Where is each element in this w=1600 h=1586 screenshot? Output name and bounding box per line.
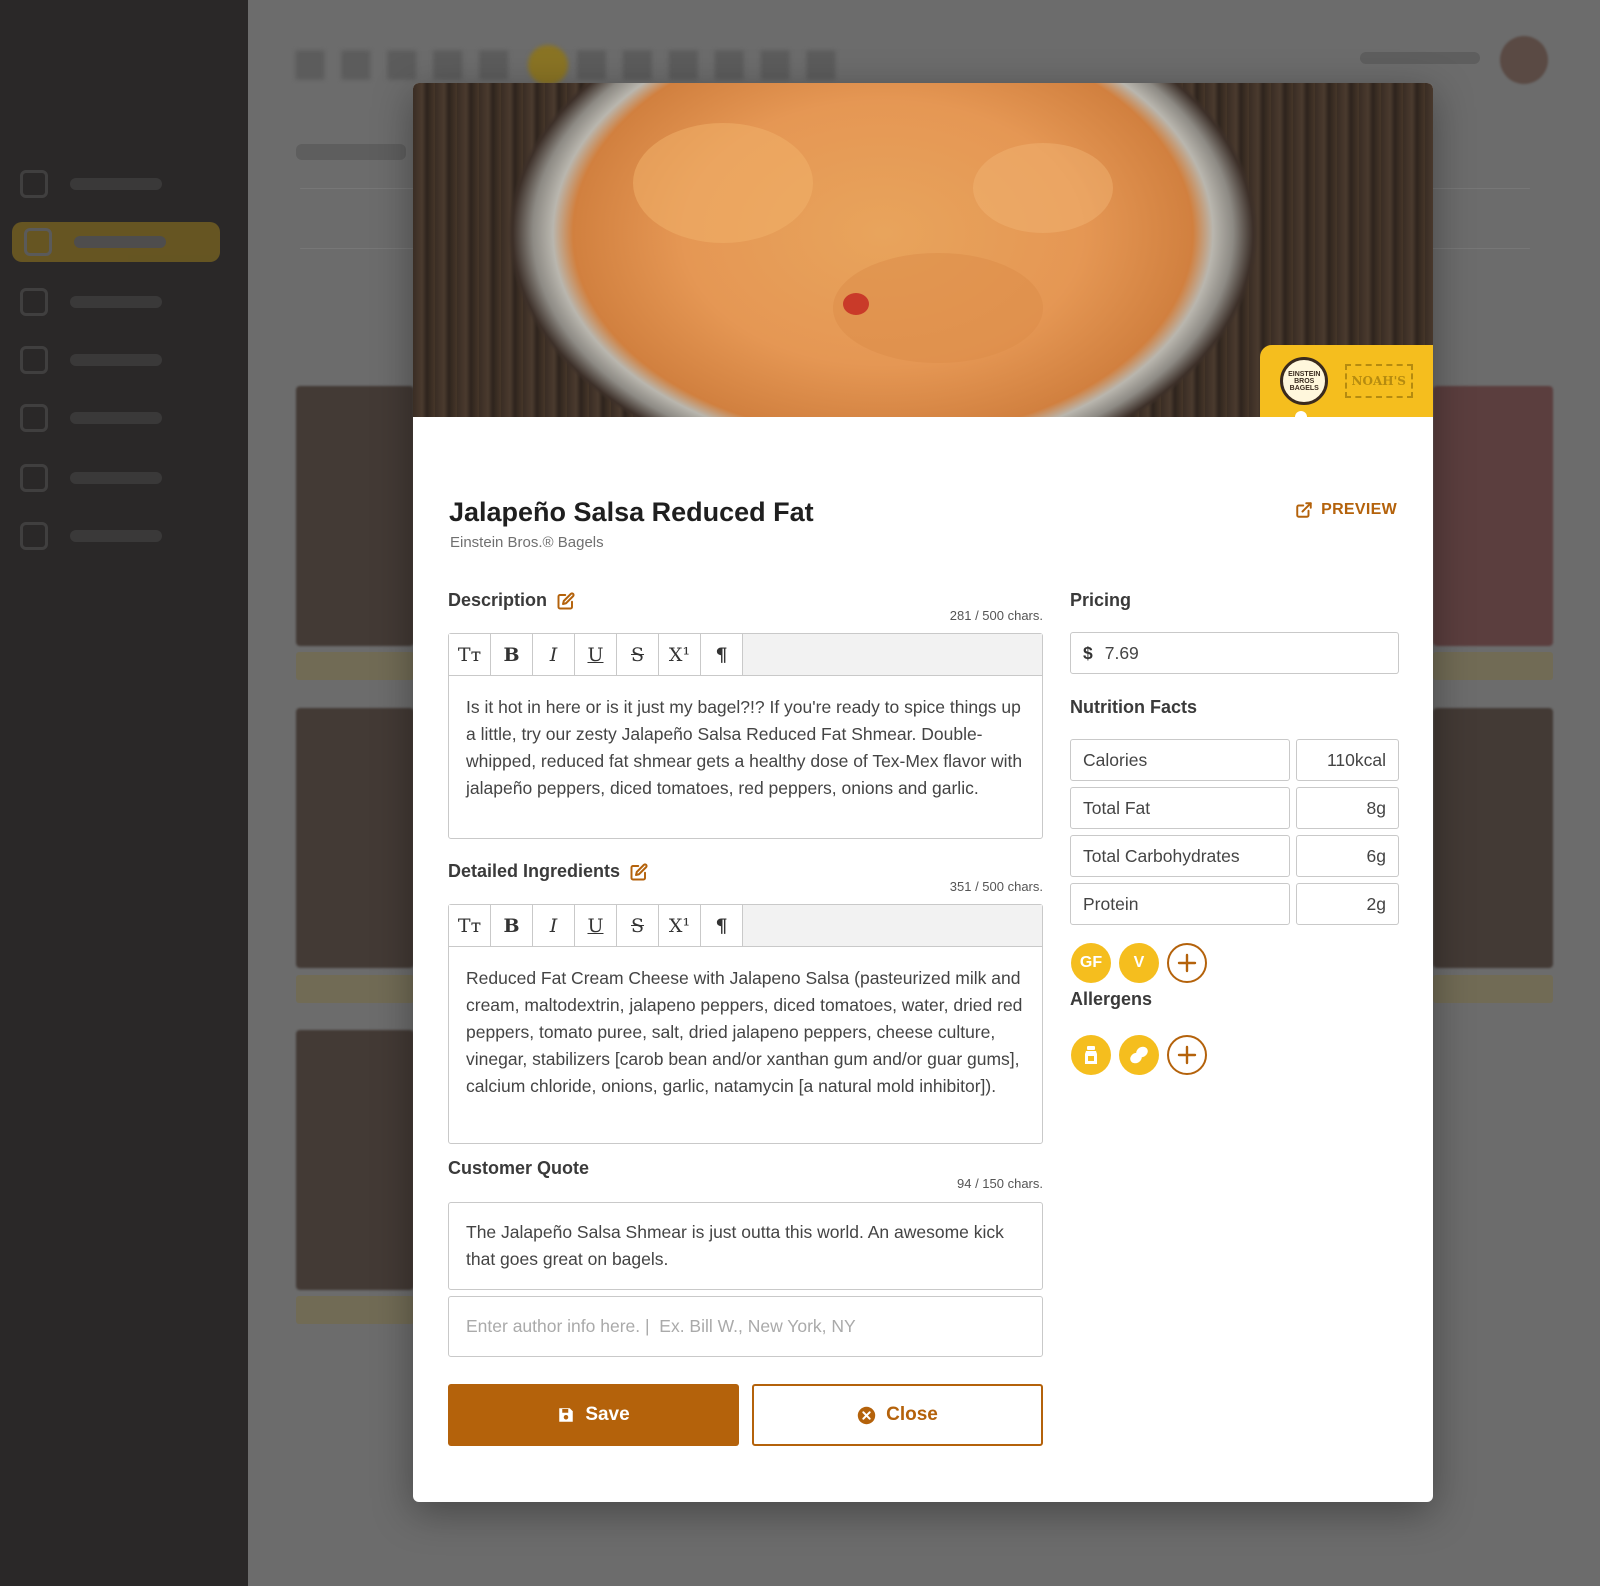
product-brand: Einstein Bros.® Bagels <box>450 534 604 551</box>
nutrition-name[interactable]: Calories <box>1070 739 1290 781</box>
preview-link[interactable]: PREVIEW <box>1295 501 1397 519</box>
sidebar-item[interactable] <box>20 516 220 556</box>
ingredients-char-count: 351 / 500 chars. <box>949 879 1043 894</box>
nutrition-value[interactable]: 2g <box>1296 883 1399 925</box>
text-size-button[interactable]: Tт <box>449 634 491 675</box>
description-text[interactable]: Is it hot in here or is it just my bagel… <box>449 676 1042 820</box>
save-button[interactable]: Save <box>448 1384 739 1446</box>
plus-icon <box>1177 1045 1197 1065</box>
edit-icon[interactable] <box>557 591 575 610</box>
product-image: EINSTEIN BROS BAGELS NOAH'S <box>413 83 1433 417</box>
product-modal: EINSTEIN BROS BAGELS NOAH'S Jalapeño Sal… <box>413 83 1433 1502</box>
add-allergen-button[interactable] <box>1167 1035 1207 1075</box>
customer-quote-text[interactable]: The Jalapeño Salsa Shmear is just outta … <box>448 1202 1043 1290</box>
background-logo: ■■■■■ ■■■■■■ <box>292 40 849 85</box>
nutrition-value[interactable]: 110kcal <box>1296 739 1399 781</box>
description-label: Description <box>448 590 575 611</box>
sidebar-item[interactable] <box>20 458 220 498</box>
product-title: Jalapeño Salsa Reduced Fat <box>449 497 814 527</box>
quote-char-count: 94 / 150 chars. <box>957 1176 1043 1191</box>
currency-symbol: $ <box>1083 642 1093 663</box>
price-value: 7.69 <box>1104 642 1139 663</box>
editor-toolbar: Tт B I U S X¹ ¶ <box>449 905 1042 947</box>
vegetarian-tag[interactable]: V <box>1119 943 1159 983</box>
customer-quote-label: Customer Quote <box>448 1158 590 1178</box>
nutrition-row: Total Fat 8g <box>1070 787 1399 829</box>
bold-button[interactable]: B <box>491 905 533 946</box>
background-card <box>1433 708 1553 968</box>
bold-button[interactable]: B <box>491 634 533 675</box>
external-link-icon <box>1296 502 1312 518</box>
nutrition-row: Total Carbohydrates 6g <box>1070 835 1399 877</box>
pricing-label: Pricing <box>1070 590 1132 610</box>
sidebar-item-active[interactable] <box>12 222 220 262</box>
plus-icon <box>1177 953 1197 973</box>
ingredients-label: Detailed Ingredients <box>448 861 648 882</box>
product-icon <box>24 228 52 256</box>
allergens-label: Allergens <box>1070 989 1153 1009</box>
settings-icon <box>20 464 48 492</box>
italic-button[interactable]: I <box>533 634 575 675</box>
description-editor: Tт B I U S X¹ ¶ Is it hot in here or is … <box>448 633 1043 839</box>
nutrition-row: Protein 2g <box>1070 883 1399 925</box>
background-card <box>1433 386 1553 646</box>
nutrition-name[interactable]: Total Fat <box>1070 787 1290 829</box>
strikethrough-button[interactable]: S <box>617 634 659 675</box>
active-brand-indicator <box>1295 411 1307 417</box>
underline-button[interactable]: U <box>575 634 617 675</box>
add-tag-button[interactable] <box>1167 943 1207 983</box>
background-card <box>296 1030 414 1290</box>
diet-tags: GF V <box>1071 943 1207 983</box>
superscript-button[interactable]: X¹ <box>659 905 701 946</box>
sidebar-item[interactable] <box>20 398 220 438</box>
ingredients-text[interactable]: Reduced Fat Cream Cheese with Jalapeno S… <box>449 947 1042 1118</box>
sidebar-item[interactable] <box>20 282 220 322</box>
close-button[interactable]: Close <box>752 1384 1043 1446</box>
background-card <box>296 386 414 646</box>
editor-toolbar: Tт B I U S X¹ ¶ <box>449 634 1042 676</box>
paragraph-button[interactable]: ¶ <box>701 634 743 675</box>
calendar-icon <box>20 404 48 432</box>
ingredients-editor: Tт B I U S X¹ ¶ Reduced Fat Cream Cheese… <box>448 904 1043 1144</box>
italic-button[interactable]: I <box>533 905 575 946</box>
underline-button[interactable]: U <box>575 905 617 946</box>
einstein-bros-logo[interactable]: EINSTEIN BROS BAGELS <box>1280 357 1329 405</box>
store-icon <box>20 288 48 316</box>
gluten-free-tag[interactable]: GF <box>1071 943 1111 983</box>
avatar <box>1500 36 1548 84</box>
paragraph-button[interactable]: ¶ <box>701 905 743 946</box>
superscript-button[interactable]: X¹ <box>659 634 701 675</box>
sidebar-item[interactable] <box>20 164 220 204</box>
users-icon <box>20 522 48 550</box>
list-icon <box>20 346 48 374</box>
background-username <box>1360 52 1480 64</box>
brand-switcher: EINSTEIN BROS BAGELS NOAH'S <box>1260 345 1433 417</box>
nutrition-name[interactable]: Total Carbohydrates <box>1070 835 1290 877</box>
author-input[interactable] <box>448 1296 1043 1357</box>
save-icon <box>559 1408 574 1422</box>
noahs-logo[interactable]: NOAH'S <box>1344 364 1413 398</box>
allergen-tags <box>1071 1035 1207 1075</box>
nutrition-value[interactable]: 8g <box>1296 787 1399 829</box>
price-input[interactable]: $ 7.69 <box>1070 632 1399 674</box>
text-size-button[interactable]: Tт <box>449 905 491 946</box>
edit-icon[interactable] <box>630 862 648 881</box>
dashboard-icon <box>20 170 48 198</box>
milk-icon[interactable] <box>1071 1035 1111 1075</box>
nutrition-row: Calories 110kcal <box>1070 739 1399 781</box>
close-circle-icon <box>857 1406 876 1424</box>
sidebar-item[interactable] <box>20 340 220 380</box>
nutrition-value[interactable]: 6g <box>1296 835 1399 877</box>
background-card <box>296 708 414 968</box>
description-char-count: 281 / 500 chars. <box>949 608 1043 623</box>
nutrition-name[interactable]: Protein <box>1070 883 1290 925</box>
strikethrough-button[interactable]: S <box>617 905 659 946</box>
nutrition-facts-label: Nutrition Facts <box>1070 697 1198 717</box>
sidebar <box>0 0 248 1586</box>
peanut-icon[interactable] <box>1119 1035 1159 1075</box>
